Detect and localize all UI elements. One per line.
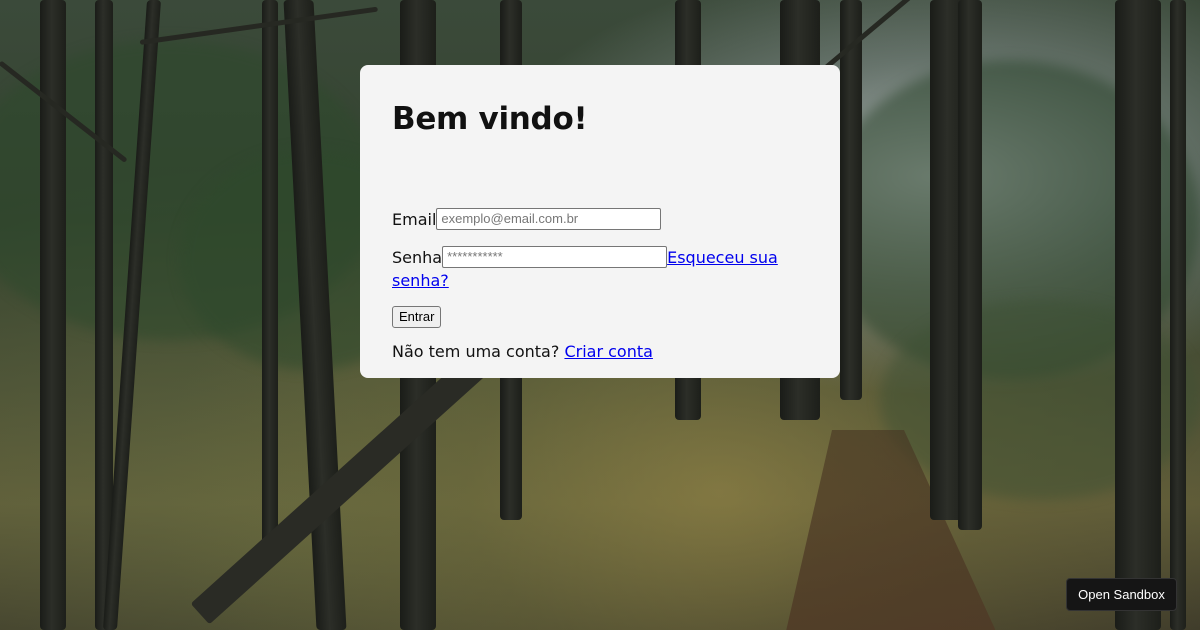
password-label: Senha <box>392 248 443 267</box>
login-submit-button[interactable]: Entrar <box>392 305 442 328</box>
open-sandbox-button[interactable]: Open Sandbox <box>1066 578 1177 611</box>
password-input[interactable] <box>442 245 668 268</box>
create-account-link[interactable]: Criar conta <box>564 342 652 361</box>
email-row: Email <box>392 207 662 232</box>
password-row: SenhaEsqueceu sua senha? <box>392 245 812 292</box>
email-input[interactable] <box>436 207 662 230</box>
signup-prompt: Não tem uma conta? <box>392 342 560 361</box>
signup-row: Não tem uma conta? Criar conta <box>392 341 653 363</box>
page-title: Bem vindo! <box>392 101 588 137</box>
submit-row: Entrar <box>392 305 442 328</box>
login-card: Bem vindo! Email SenhaEsqueceu sua senha… <box>360 65 840 378</box>
email-label: Email <box>392 210 437 229</box>
